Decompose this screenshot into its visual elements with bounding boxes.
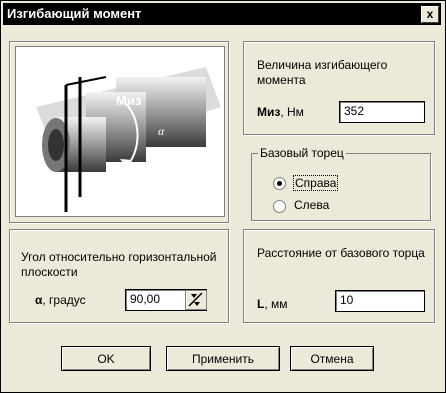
distance-label: L, мм: [257, 297, 288, 311]
window-title: Изгибающий момент: [7, 6, 142, 21]
alpha-label-on-drawing: α: [158, 124, 165, 138]
moment-input[interactable]: 352: [339, 101, 425, 123]
moment-symbol: Миз: [257, 105, 281, 119]
radio-right-label[interactable]: Справа: [293, 175, 339, 191]
moment-unit: , Нм: [280, 105, 304, 119]
spin-arrows-icon: [188, 292, 203, 307]
title-bar: Изгибающий момент x: [3, 3, 441, 25]
moment-label: Миз, Нм: [257, 105, 304, 119]
moment-heading: Величина изгибающего момента: [257, 58, 388, 87]
distance-heading: Расстояние от базового торца: [257, 246, 425, 260]
moment-label-on-drawing: Миз: [116, 93, 142, 108]
angle-spin-button[interactable]: [185, 290, 207, 310]
distance-unit: , мм: [264, 297, 288, 311]
shaft-illustration: Миз α: [15, 46, 225, 217]
radio-left[interactable]: [273, 200, 286, 213]
close-button[interactable]: x: [421, 6, 439, 23]
apply-button[interactable]: Применить: [166, 346, 280, 371]
ok-button[interactable]: OK: [61, 346, 151, 371]
angle-label: α, градус: [35, 293, 86, 307]
radio-left-label[interactable]: Слева: [294, 198, 329, 212]
angle-heading: Угол относительно горизонтальной плоскос…: [21, 250, 217, 279]
base-face-title: Базовый торец: [258, 146, 346, 160]
cancel-button[interactable]: Отмена: [290, 346, 374, 371]
dialog-window: Изгибающий момент x Миз α Угол относител…: [0, 0, 446, 393]
shaft-drawing: Миз α: [36, 67, 221, 212]
angle-unit: , градус: [42, 293, 86, 307]
radio-right[interactable]: [273, 177, 286, 190]
distance-input[interactable]: 10: [335, 290, 425, 312]
radio-selected-dot: [277, 181, 282, 186]
